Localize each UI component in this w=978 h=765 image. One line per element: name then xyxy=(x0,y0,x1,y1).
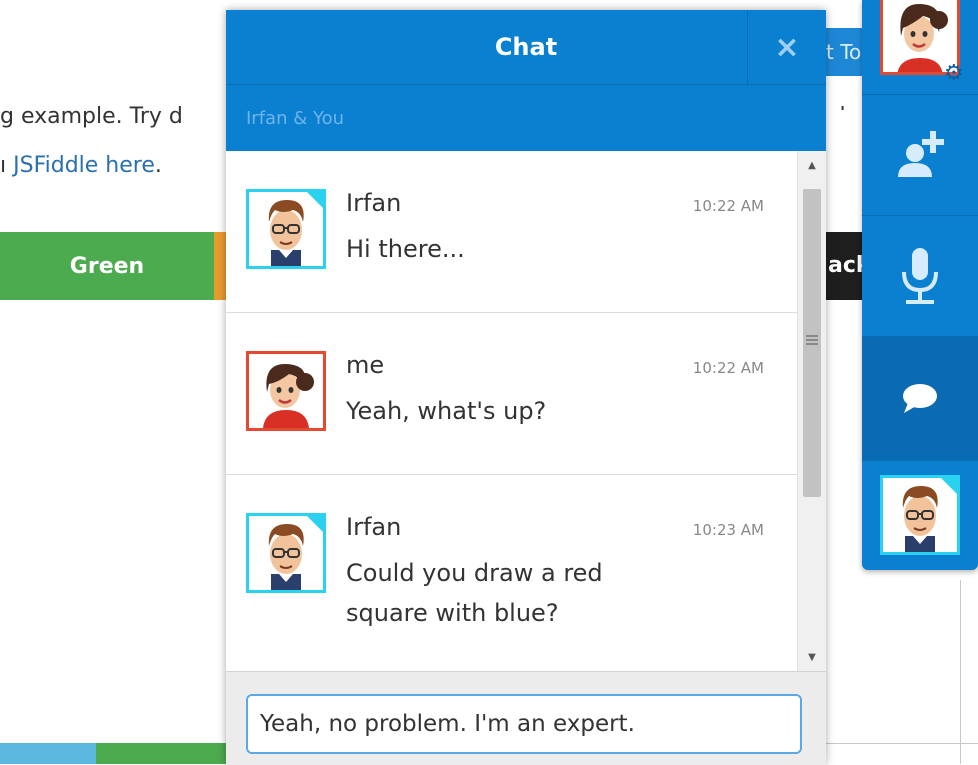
background-text-fragment: elc xyxy=(826,104,858,110)
add-user-button[interactable] xyxy=(862,94,978,216)
message-scrollbar[interactable]: ▲ ▼ xyxy=(797,151,826,671)
background-text-prefix: ı xyxy=(0,153,14,178)
message-timestamp: 10:22 AM xyxy=(692,197,764,215)
female-avatar[interactable] xyxy=(246,351,326,431)
scroll-up-arrow-icon[interactable]: ▲ xyxy=(798,151,826,179)
chat-button[interactable] xyxy=(862,336,978,461)
background-blue-strip xyxy=(0,743,96,764)
scroll-down-arrow-icon[interactable]: ▼ xyxy=(798,643,826,671)
background-text-line1: g example. Try d xyxy=(0,104,183,129)
message-input[interactable] xyxy=(246,694,802,754)
message-timestamp: 10:22 AM xyxy=(692,359,764,377)
chat-window: Chat × Irfan & You Irfan 10:22 AM Hi the… xyxy=(226,10,826,765)
message-item: Irfan 10:23 AM Could you draw a red squa… xyxy=(226,475,798,669)
chat-header: Chat × xyxy=(226,10,826,85)
message-text: Could you draw a red square with blue? xyxy=(346,559,603,627)
scroll-thumb[interactable] xyxy=(803,189,821,497)
chat-participants: Irfan & You xyxy=(226,85,826,151)
message-sender: Irfan xyxy=(346,513,402,541)
jsfiddle-link[interactable]: JSFiddle here xyxy=(13,153,155,178)
orange-button[interactable] xyxy=(214,232,226,300)
background-green-strip xyxy=(96,743,226,764)
message-text: Yeah, what's up? xyxy=(346,397,547,425)
male-avatar[interactable] xyxy=(246,513,326,593)
message-text: Hi there... xyxy=(346,235,465,263)
contact-irfan[interactable] xyxy=(862,460,978,570)
microphone-icon xyxy=(902,247,938,304)
message-timestamp: 10:23 AM xyxy=(692,521,764,539)
message-sender: me xyxy=(346,351,385,379)
background-divider-horizontal xyxy=(826,743,978,744)
chat-dock: ⚙ xyxy=(862,0,978,570)
background-text-line2: ı JSFiddle here. xyxy=(0,153,162,178)
contact-avatar-irfan[interactable] xyxy=(880,475,960,555)
message-item: me 10:22 AM Yeah, what's up? xyxy=(226,313,798,475)
grip-icon xyxy=(806,335,818,347)
microphone-button[interactable] xyxy=(862,215,978,337)
message-item: Irfan 10:22 AM Hi there... xyxy=(226,151,798,313)
chat-footer xyxy=(226,671,826,765)
green-button[interactable]: Green xyxy=(0,232,214,300)
gear-icon[interactable]: ⚙ xyxy=(944,62,968,86)
male-avatar[interactable] xyxy=(246,189,326,269)
background-header-fragment: t To xyxy=(826,28,866,76)
message-list[interactable]: Irfan 10:22 AM Hi there... me 10:22 AM Y… xyxy=(226,151,798,671)
black-button[interactable]: ack xyxy=(824,232,864,300)
dock-profile[interactable]: ⚙ xyxy=(862,0,978,95)
add-user-icon xyxy=(898,130,944,177)
message-sender: Irfan xyxy=(346,189,402,217)
chat-title: Chat xyxy=(494,33,558,61)
background-text-suffix: . xyxy=(154,153,162,178)
background-right-fragment: t To elc xyxy=(826,0,866,110)
close-icon: × xyxy=(774,29,800,65)
chat-bubble-icon xyxy=(903,384,937,413)
close-button[interactable]: × xyxy=(747,10,826,84)
background-divider xyxy=(960,580,961,764)
